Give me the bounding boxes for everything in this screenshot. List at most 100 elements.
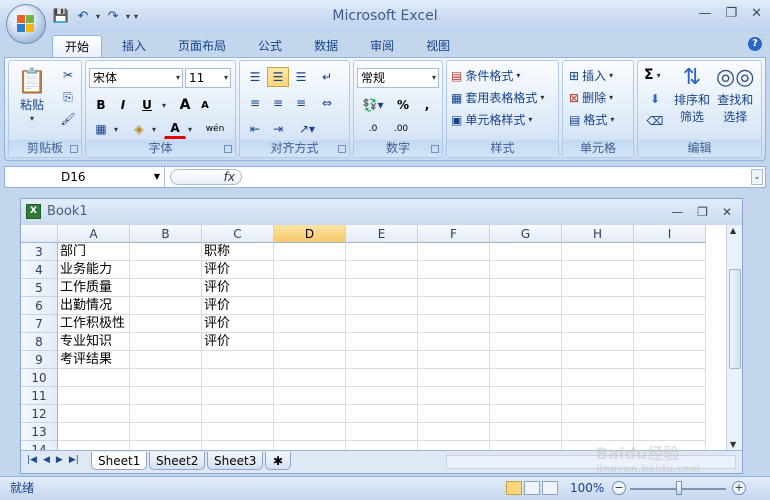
- row-header[interactable]: 3: [21, 243, 58, 261]
- cell-b6[interactable]: [130, 297, 202, 315]
- help-icon[interactable]: ?: [748, 37, 762, 51]
- cell-f3[interactable]: [418, 243, 490, 261]
- align-bottom-icon[interactable]: ☰: [290, 67, 312, 87]
- cell-f13[interactable]: [418, 423, 490, 441]
- cell-d7[interactable]: [274, 315, 346, 333]
- row-header[interactable]: 5: [21, 279, 58, 297]
- formula-input[interactable]: [247, 167, 747, 187]
- cell-i9[interactable]: [634, 351, 706, 369]
- office-button[interactable]: [6, 4, 46, 44]
- grow-font-button[interactable]: A: [174, 95, 196, 115]
- merge-center-icon[interactable]: ⇔: [316, 93, 338, 113]
- cell-b5[interactable]: [130, 279, 202, 297]
- row-header[interactable]: 8: [21, 333, 58, 351]
- cell-c13[interactable]: [202, 423, 274, 441]
- cell-a12[interactable]: [58, 405, 130, 423]
- font-launcher-icon[interactable]: [224, 145, 232, 153]
- workbook-minimize-icon[interactable]: —: [671, 199, 683, 225]
- align-right-icon[interactable]: ≡: [290, 93, 312, 113]
- cell-b10[interactable]: [130, 369, 202, 387]
- tab-6[interactable]: 视图: [414, 35, 462, 57]
- prev-sheet-icon[interactable]: ◀: [43, 455, 50, 465]
- tab-0[interactable]: 开始: [52, 35, 103, 57]
- increase-decimal-button[interactable]: .0: [360, 119, 386, 139]
- next-sheet-icon[interactable]: ▶: [56, 455, 63, 465]
- tab-5[interactable]: 审阅: [358, 35, 406, 57]
- find-select-button[interactable]: ◎◎ 查找和 选择: [716, 65, 754, 125]
- cell-d4[interactable]: [274, 261, 346, 279]
- cell-d12[interactable]: [274, 405, 346, 423]
- cell-b14[interactable]: [130, 441, 202, 450]
- cell-i4[interactable]: [634, 261, 706, 279]
- cell-f10[interactable]: [418, 369, 490, 387]
- cell-f5[interactable]: [418, 279, 490, 297]
- cell-g12[interactable]: [490, 405, 562, 423]
- cell-a13[interactable]: [58, 423, 130, 441]
- sheet-tab-3[interactable]: Sheet3: [207, 452, 264, 470]
- vertical-scroll-thumb[interactable]: [729, 269, 741, 369]
- zoom-in-icon[interactable]: +: [732, 481, 746, 495]
- page-break-view-icon[interactable]: [542, 481, 558, 495]
- format-as-table-button[interactable]: ▦ 套用表格格式 ▾: [451, 89, 544, 106]
- cell-styles-button[interactable]: ▣ 单元格样式 ▾: [451, 111, 532, 128]
- number-launcher-icon[interactable]: [431, 145, 439, 153]
- cell-h8[interactable]: [562, 333, 634, 351]
- cell-a8[interactable]: 专业知识: [58, 333, 130, 351]
- cell-c7[interactable]: 评价: [202, 315, 274, 333]
- fill-color-icon[interactable]: ◈: [128, 119, 150, 139]
- normal-view-icon[interactable]: [506, 481, 522, 495]
- column-header-d[interactable]: D: [274, 225, 346, 243]
- cell-e8[interactable]: [346, 333, 418, 351]
- format-painter-icon[interactable]: 🖌: [57, 109, 79, 129]
- cell-c6[interactable]: 评价: [202, 297, 274, 315]
- insert-sheet-icon[interactable]: ✱: [265, 452, 291, 470]
- cell-d6[interactable]: [274, 297, 346, 315]
- cell-a6[interactable]: 出勤情况: [58, 297, 130, 315]
- cell-g11[interactable]: [490, 387, 562, 405]
- conditional-format-button[interactable]: ▤ 条件格式 ▾: [451, 67, 520, 84]
- font-color-button[interactable]: A: [164, 119, 186, 139]
- cell-f12[interactable]: [418, 405, 490, 423]
- cell-i10[interactable]: [634, 369, 706, 387]
- cell-d3[interactable]: [274, 243, 346, 261]
- wrap-text-icon[interactable]: ↵: [316, 67, 338, 87]
- row-header[interactable]: 14: [21, 441, 58, 450]
- italic-button[interactable]: I: [112, 95, 134, 115]
- cell-c10[interactable]: [202, 369, 274, 387]
- cell-g9[interactable]: [490, 351, 562, 369]
- name-box[interactable]: D16 ▼: [5, 167, 165, 187]
- scroll-up-icon[interactable]: ▲: [730, 226, 736, 235]
- cell-e10[interactable]: [346, 369, 418, 387]
- cell-a14[interactable]: [58, 441, 130, 450]
- alignment-launcher-icon[interactable]: [338, 145, 346, 153]
- cell-g14[interactable]: [490, 441, 562, 450]
- cell-d13[interactable]: [274, 423, 346, 441]
- paste-button[interactable]: 📋 粘贴 ▾: [17, 67, 47, 123]
- cell-a10[interactable]: [58, 369, 130, 387]
- cell-f14[interactable]: [418, 441, 490, 450]
- cell-b12[interactable]: [130, 405, 202, 423]
- cell-f4[interactable]: [418, 261, 490, 279]
- expand-formula-bar-icon[interactable]: ⌄: [751, 169, 763, 185]
- sort-filter-button[interactable]: ⇅ 排序和 筛选: [674, 65, 710, 125]
- shrink-font-button[interactable]: A: [194, 95, 216, 115]
- increase-indent-icon[interactable]: ⇥: [267, 119, 289, 139]
- cell-a3[interactable]: 部门: [58, 243, 130, 261]
- row-header[interactable]: 4: [21, 261, 58, 279]
- cell-b7[interactable]: [130, 315, 202, 333]
- cell-i5[interactable]: [634, 279, 706, 297]
- insert-function-button[interactable]: fx: [170, 169, 242, 185]
- page-layout-view-icon[interactable]: [524, 481, 540, 495]
- column-header-f[interactable]: F: [418, 225, 490, 243]
- accounting-icon[interactable]: 💱▾: [358, 95, 388, 115]
- cell-g6[interactable]: [490, 297, 562, 315]
- close-icon[interactable]: ✕: [751, 6, 762, 21]
- column-header-i[interactable]: I: [634, 225, 706, 243]
- format-cells-button[interactable]: ▤ 格式 ▾: [569, 111, 614, 128]
- insert-cells-button[interactable]: ⊞ 插入 ▾: [569, 67, 613, 84]
- column-header-b[interactable]: B: [130, 225, 202, 243]
- cell-i11[interactable]: [634, 387, 706, 405]
- select-all-corner[interactable]: [21, 225, 58, 243]
- cell-a4[interactable]: 业务能力: [58, 261, 130, 279]
- cell-e6[interactable]: [346, 297, 418, 315]
